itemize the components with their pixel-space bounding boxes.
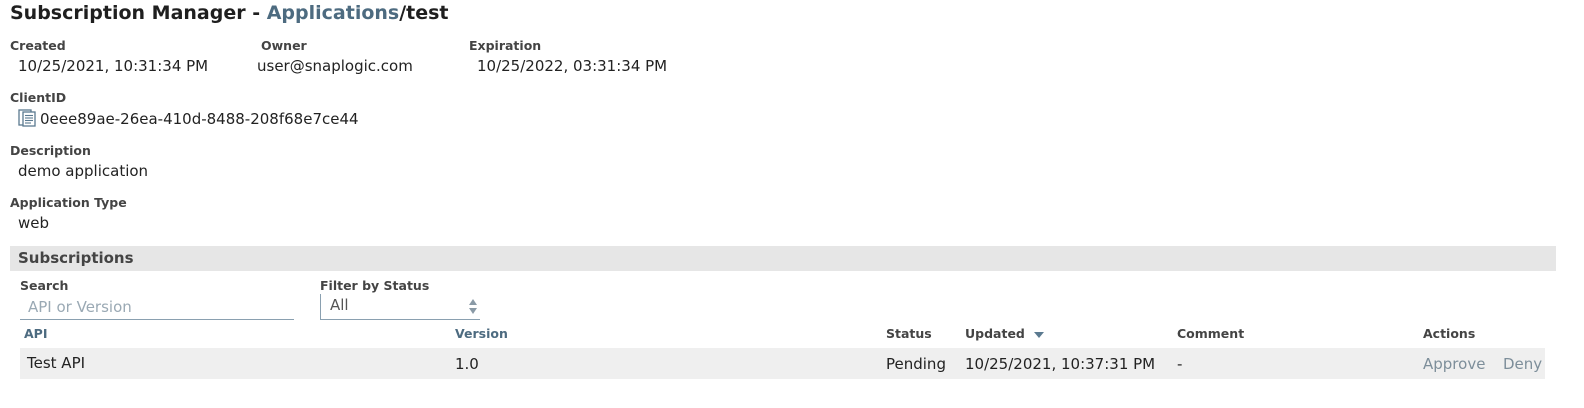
column-header-comment: Comment bbox=[1177, 326, 1245, 341]
subscriptions-header: Subscriptions bbox=[10, 246, 1556, 271]
search-label: Search bbox=[20, 278, 69, 293]
column-header-api[interactable]: API bbox=[24, 326, 48, 341]
created-value: 10/25/2021, 10:31:34 PM bbox=[18, 57, 209, 75]
deny-button[interactable]: Deny bbox=[1503, 355, 1542, 373]
owner-value: user@snaplogic.com bbox=[257, 57, 413, 75]
row-comment: - bbox=[1177, 355, 1183, 373]
title-suffix: /test bbox=[399, 2, 449, 24]
description-label: Description bbox=[10, 143, 91, 158]
owner-label: Owner bbox=[261, 38, 307, 53]
clientid-value: 0eee89ae-26ea-410d-8488-208f68e7ce44 bbox=[40, 110, 359, 128]
apptype-value: web bbox=[18, 214, 50, 232]
filter-status-value: All bbox=[330, 296, 349, 314]
column-header-status: Status bbox=[886, 326, 932, 341]
filter-status-label: Filter by Status bbox=[320, 278, 430, 293]
description-value: demo application bbox=[18, 162, 149, 180]
select-arrows-icon bbox=[469, 299, 477, 314]
title-prefix: Subscription Manager - bbox=[10, 2, 267, 24]
expiration-label: Expiration bbox=[469, 38, 542, 53]
table-row: Test API 1.0 Pending 10/25/2021, 10:37:3… bbox=[20, 348, 1545, 379]
created-label: Created bbox=[10, 38, 66, 53]
filter-status-select[interactable]: All bbox=[320, 294, 480, 320]
subscription-manager-page: Subscription Manager - Applications/test… bbox=[0, 0, 1584, 408]
approve-button[interactable]: Approve bbox=[1423, 355, 1485, 373]
apptype-label: Application Type bbox=[10, 195, 127, 210]
column-header-actions: Actions bbox=[1423, 326, 1476, 341]
row-status: Pending bbox=[886, 355, 946, 373]
expiration-value: 10/25/2022, 03:31:34 PM bbox=[477, 57, 668, 75]
row-version: 1.0 bbox=[455, 355, 479, 373]
search-input[interactable] bbox=[20, 294, 294, 320]
clientid-label: ClientID bbox=[10, 90, 67, 105]
column-header-updated[interactable]: Updated bbox=[965, 326, 1045, 341]
applications-link[interactable]: Applications bbox=[267, 2, 400, 24]
copy-icon[interactable] bbox=[18, 109, 36, 127]
subscriptions-title: Subscriptions bbox=[18, 249, 134, 267]
row-api: Test API bbox=[27, 354, 86, 372]
row-updated: 10/25/2021, 10:37:31 PM bbox=[965, 355, 1156, 373]
column-header-updated-label: Updated bbox=[965, 326, 1025, 341]
page-title: Subscription Manager - Applications/test bbox=[10, 2, 449, 24]
column-header-version[interactable]: Version bbox=[455, 326, 508, 341]
sort-descending-icon[interactable] bbox=[1033, 331, 1045, 339]
